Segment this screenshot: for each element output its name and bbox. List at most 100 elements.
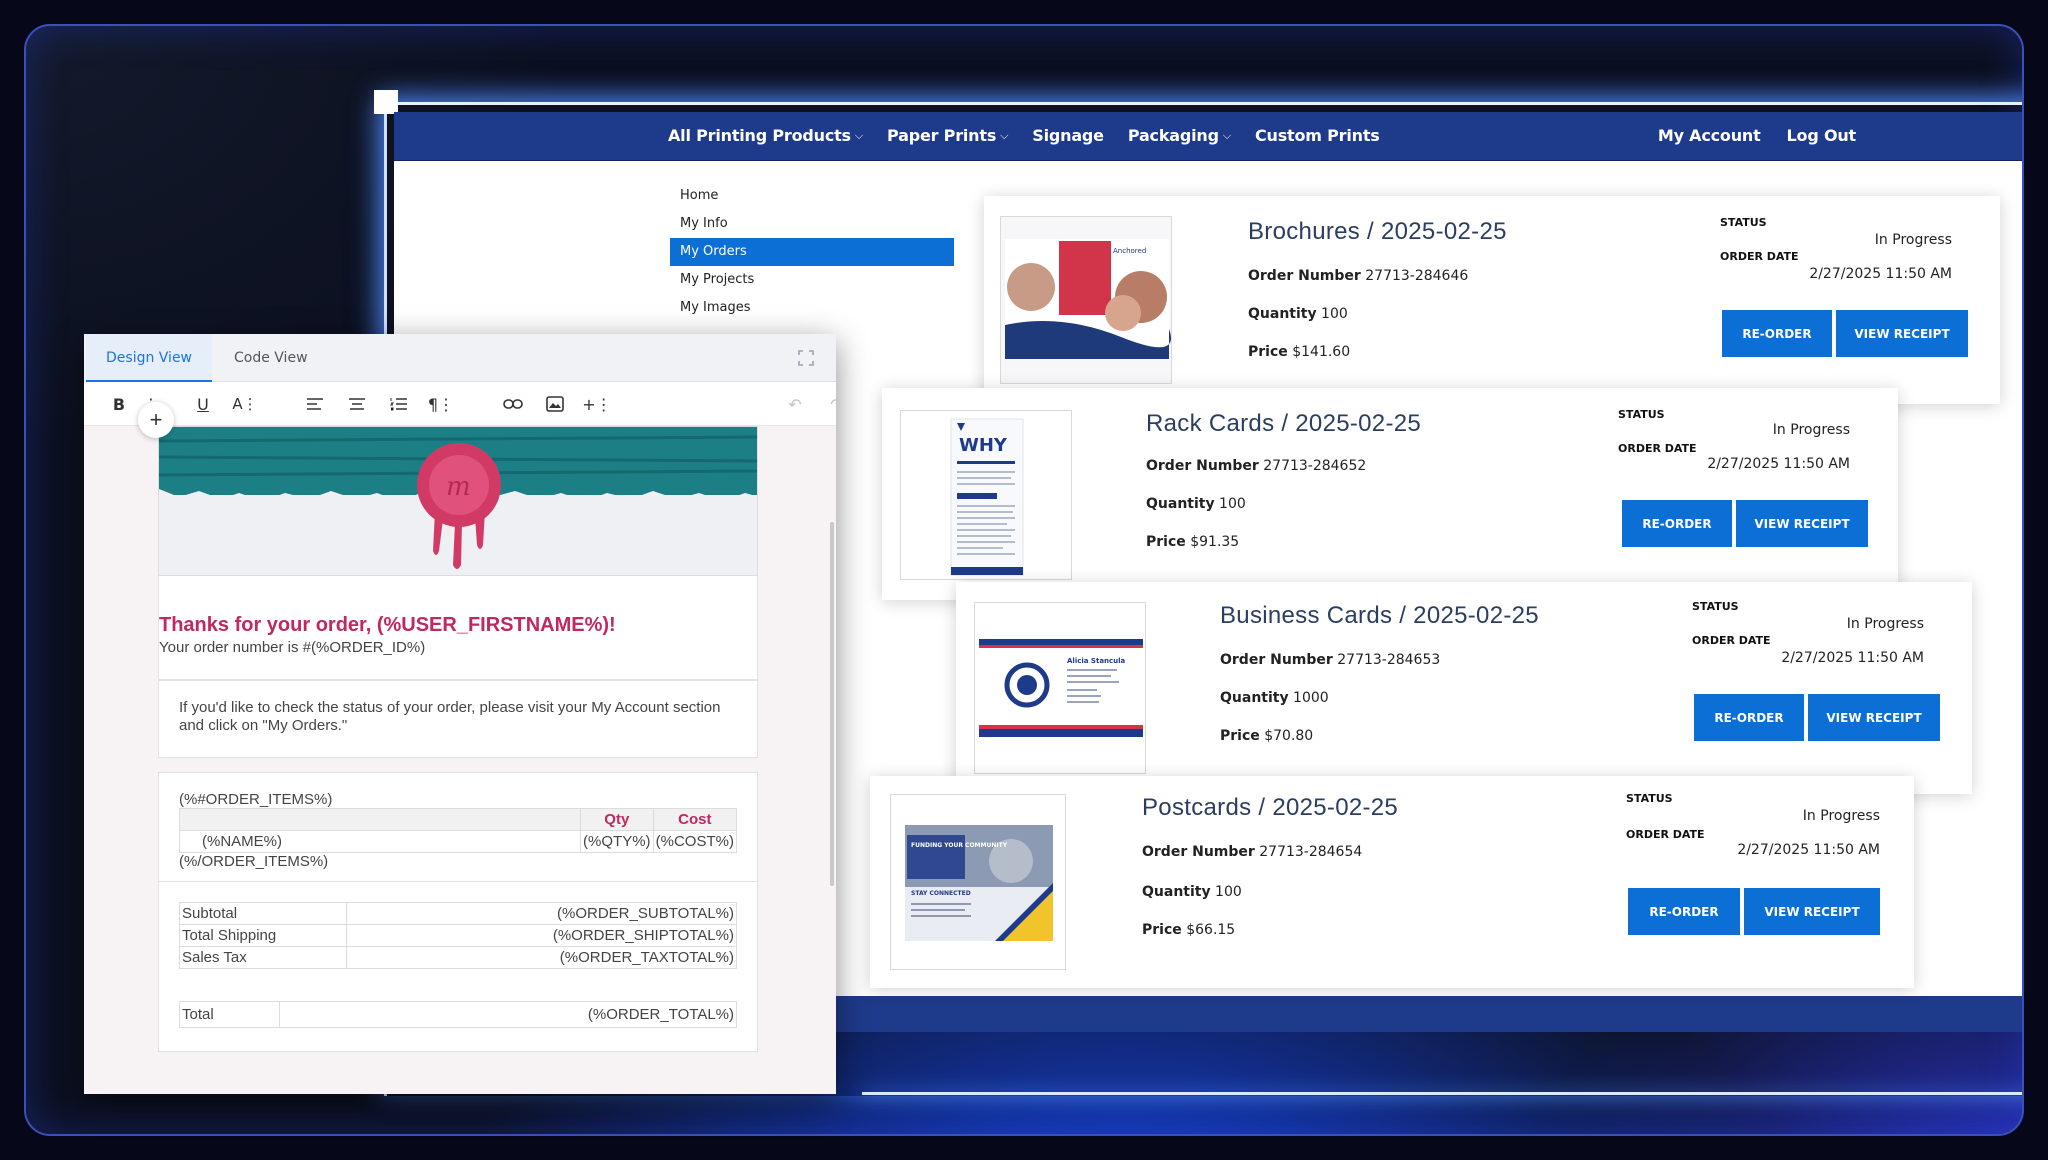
editor-toolbar: B ⋮ U A⋮ ¶⋮ +⋮ ↶ ↷ ⋮ xyxy=(84,382,836,426)
side-item-home[interactable]: Home xyxy=(670,182,954,210)
bold-icon[interactable]: B xyxy=(106,392,132,416)
view-receipt-button[interactable]: VIEW RECEIPT xyxy=(1736,500,1868,547)
order-quantity: Quantity 1000 xyxy=(1220,690,1329,706)
insert-icon[interactable]: +⋮ xyxy=(582,392,611,416)
side-item-my-projects[interactable]: My Projects xyxy=(670,266,954,294)
side-item-my-orders[interactable]: My Orders xyxy=(670,238,954,266)
status-value: In Progress xyxy=(1772,422,1850,438)
rack-card-heading: WHY xyxy=(959,435,1008,456)
grand-total-label: Total xyxy=(178,1001,281,1028)
redo-icon[interactable]: ↷ xyxy=(824,392,836,416)
reorder-button[interactable]: RE-ORDER xyxy=(1694,694,1804,741)
link-icon[interactable] xyxy=(500,392,526,416)
order-number: Order Number 27713-284646 xyxy=(1248,268,1469,284)
order-date-label: ORDER DATE xyxy=(1626,828,1705,841)
view-receipt-button[interactable]: VIEW RECEIPT xyxy=(1744,888,1880,935)
text-size-icon[interactable]: A⋮ xyxy=(232,392,258,416)
tab-design-view[interactable]: Design View xyxy=(86,334,213,382)
email-items-block: (%#ORDER_ITEMS%) Qty Cost (%NAME%) (%QTY… xyxy=(158,772,758,882)
editor-tabs: Design View Code View xyxy=(84,334,836,382)
status-value: In Progress xyxy=(1874,232,1952,248)
order-number: Order Number 27713-284654 xyxy=(1142,844,1363,860)
nav-label: Packaging xyxy=(1127,126,1219,145)
nav-packaging[interactable]: Packaging ⌵ xyxy=(1128,126,1231,145)
nav-custom-prints[interactable]: Custom Prints xyxy=(1255,126,1380,145)
order-title: Brochures / 2025-02-25 xyxy=(1248,218,1507,245)
tab-code-view[interactable]: Code View xyxy=(214,334,328,382)
side-item-my-images[interactable]: My Images xyxy=(670,294,954,322)
item-name-cell: (%NAME%) xyxy=(178,830,582,853)
email-editor-panel: Design View Code View B ⋮ U A⋮ ¶⋮ +⋮ ↶ ↷… xyxy=(84,334,836,1094)
order-quantity: Quantity 100 xyxy=(1146,496,1246,512)
paragraph-icon[interactable]: ¶⋮ xyxy=(428,392,454,416)
underline-icon[interactable]: U xyxy=(190,392,216,416)
glow-handle-decoration xyxy=(374,90,398,114)
order-price: Price $141.60 xyxy=(1248,344,1351,360)
items-open-tag: (%#ORDER_ITEMS%) xyxy=(179,791,333,808)
total-row-label: Subtotal xyxy=(178,902,348,925)
grand-total-value: (%ORDER_TOTAL%) xyxy=(279,1001,737,1028)
undo-icon[interactable]: ↶ xyxy=(782,392,808,416)
order-card-business-cards: Alicia Stancula Business Cards / 2025-02… xyxy=(956,582,1972,794)
status-label: STATUS xyxy=(1626,792,1673,805)
reorder-button[interactable]: RE-ORDER xyxy=(1722,310,1832,357)
nav-log-out[interactable]: Log Out xyxy=(1787,126,1857,145)
col-item-header xyxy=(178,808,582,831)
nav-all-printing-products[interactable]: All Printing Products ⌵ xyxy=(668,126,863,145)
nav-signage[interactable]: Signage xyxy=(1032,126,1104,145)
image-icon[interactable] xyxy=(542,392,568,416)
order-date-value: 2/27/2025 11:50 AM xyxy=(1707,456,1850,472)
nav-paper-prints[interactable]: Paper Prints ⌵ xyxy=(887,126,1008,145)
item-qty-cell: (%QTY%) xyxy=(580,830,654,853)
order-date-value: 2/27/2025 11:50 AM xyxy=(1737,842,1880,858)
total-row-value: (%ORDER_TAXTOTAL%) xyxy=(346,946,737,969)
order-quantity: Quantity 100 xyxy=(1142,884,1242,900)
add-block-icon[interactable]: + xyxy=(138,402,174,438)
order-date-label: ORDER DATE xyxy=(1720,250,1799,263)
view-receipt-button[interactable]: VIEW RECEIPT xyxy=(1836,310,1968,357)
total-row-value: (%ORDER_SHIPTOTAL%) xyxy=(346,924,737,947)
order-card-rack-cards: WHY Rack Cards / 2025-02-25 Order Number… xyxy=(882,388,1898,600)
order-title: Rack Cards / 2025-02-25 xyxy=(1146,410,1422,437)
align-center-icon[interactable] xyxy=(344,392,370,416)
expand-icon[interactable] xyxy=(798,350,814,366)
svg-text:m: m xyxy=(446,472,471,502)
status-value: In Progress xyxy=(1846,616,1924,632)
top-nav: All Printing Products ⌵ Paper Prints ⌵ Sig… xyxy=(394,112,2022,161)
order-date-label: ORDER DATE xyxy=(1692,634,1771,647)
order-title: Postcards / 2025-02-25 xyxy=(1142,794,1399,821)
numbered-list-icon[interactable] xyxy=(386,392,412,416)
status-label: STATUS xyxy=(1720,216,1767,229)
glow-bottom-decoration xyxy=(862,1092,2022,1095)
order-quantity: Quantity 100 xyxy=(1248,306,1348,322)
rack-card-thumbnail: WHY xyxy=(900,410,1072,580)
order-number: Order Number 27713-284653 xyxy=(1220,652,1441,668)
nav-label: Signage xyxy=(1032,126,1104,145)
email-status-block: If you'd like to check the status of you… xyxy=(158,680,758,758)
reorder-button[interactable]: RE-ORDER xyxy=(1622,500,1732,547)
chevron-down-icon: ⌵ xyxy=(854,128,864,142)
scrollbar[interactable] xyxy=(830,522,834,886)
order-card-brochures: Anchored Brochures / 2025-02-25 Order Nu… xyxy=(984,196,2000,404)
status-label: STATUS xyxy=(1692,600,1739,613)
align-left-icon[interactable] xyxy=(302,392,328,416)
email-template: m Thanks for your order, (%USER_FIRSTNAM… xyxy=(158,426,758,1052)
email-status-text: If you'd like to check the status of you… xyxy=(179,699,721,734)
nav-my-account[interactable]: My Account xyxy=(1658,126,1761,145)
svg-text:Anchored: Anchored xyxy=(1113,247,1146,255)
total-row-label: Sales Tax xyxy=(178,946,348,969)
side-item-my-info[interactable]: My Info xyxy=(670,210,954,238)
order-card-postcards: FUNDING YOUR COMMUNITY STAY CONNECTED Po… xyxy=(870,776,1914,988)
total-row-label: Total Shipping xyxy=(178,924,348,947)
postcard-thumbnail: FUNDING YOUR COMMUNITY STAY CONNECTED xyxy=(890,794,1066,970)
brochure-thumbnail: Anchored xyxy=(1000,216,1172,384)
account-side-menu: Home My Info My Orders My Projects My Im… xyxy=(670,182,954,350)
reorder-button[interactable]: RE-ORDER xyxy=(1628,888,1740,935)
view-receipt-button[interactable]: VIEW RECEIPT xyxy=(1808,694,1940,741)
status-label: STATUS xyxy=(1618,408,1665,421)
editor-canvas: m Thanks for your order, (%USER_FIRSTNAM… xyxy=(84,426,836,1094)
postcard-subheading: STAY CONNECTED xyxy=(911,890,971,897)
order-price: Price $66.15 xyxy=(1142,922,1236,938)
email-banner: m xyxy=(158,426,758,576)
email-totals-block: Subtotal (%ORDER_SUBTOTAL%) Total Shippi… xyxy=(158,882,758,1052)
